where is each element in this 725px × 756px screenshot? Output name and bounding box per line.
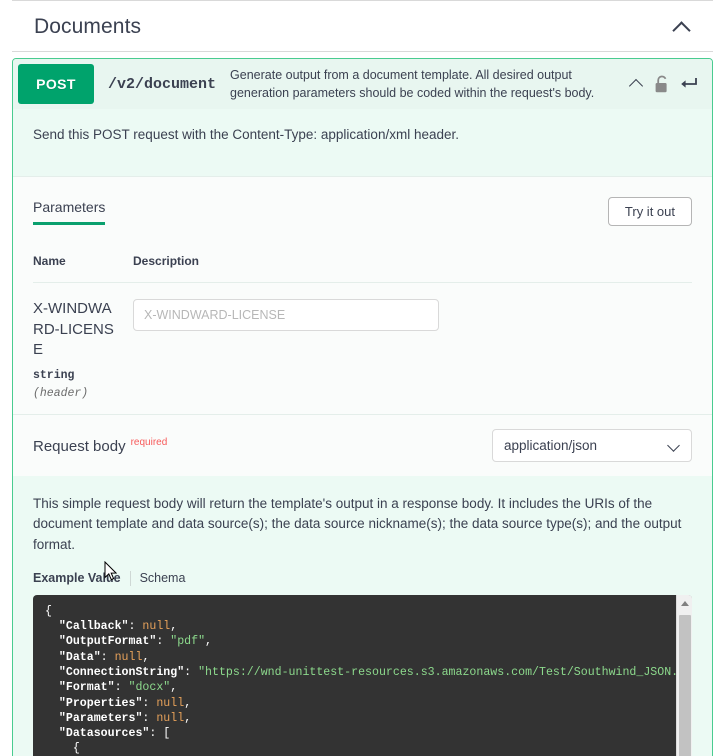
parameter-type: string xyxy=(33,369,75,382)
scroll-up-arrow-icon[interactable] xyxy=(677,594,692,611)
example-json-code: { "Callback": null, "OutputFormat": "pdf… xyxy=(45,604,676,756)
column-header-description: Description xyxy=(133,244,692,284)
operation-wrapper: POST /v2/document Generate output from a… xyxy=(0,52,725,756)
parameters-section: Name Description X-WINDWARD-LICENSE stri… xyxy=(13,232,712,414)
column-header-name: Name xyxy=(33,244,133,284)
operation-tab-bar: Parameters Try it out xyxy=(13,176,712,233)
return-arrow-icon[interactable] xyxy=(680,77,697,91)
http-method-badge: POST xyxy=(18,64,94,105)
x-windward-license-input[interactable] xyxy=(133,299,439,332)
tab-example-value[interactable]: Example Value xyxy=(33,571,121,585)
request-body-content: This simple request body will return the… xyxy=(13,476,712,756)
parameter-location: (header) xyxy=(33,387,89,400)
request-body-header: Request body required application/json xyxy=(13,414,712,476)
scrollbar-thumb[interactable] xyxy=(679,614,691,756)
content-type-select-wrapper: application/json xyxy=(492,429,692,462)
operation-summary-bar[interactable]: POST /v2/document Generate output from a… xyxy=(13,59,712,110)
request-body-title: Request body xyxy=(33,437,126,455)
operation-body: Send this POST request with the Content-… xyxy=(13,109,712,756)
required-badge: required xyxy=(130,436,168,448)
tag-header-documents[interactable]: Documents xyxy=(12,1,713,52)
code-scrollbar[interactable] xyxy=(676,594,692,756)
tab-parameters[interactable]: Parameters xyxy=(33,199,106,225)
page-title: Documents xyxy=(34,15,142,38)
request-body-title-group: Request body required xyxy=(33,437,167,455)
tab-separator xyxy=(129,570,131,586)
operation-post-v2-document: POST /v2/document Generate output from a… xyxy=(12,58,713,756)
content-type-select[interactable]: application/json xyxy=(492,429,692,462)
parameter-description-cell xyxy=(133,283,692,414)
try-it-out-button[interactable]: Try it out xyxy=(607,197,692,227)
parameter-name-cell: X-WINDWARD-LICENSE string (header) xyxy=(33,283,133,414)
tab-schema[interactable]: Schema xyxy=(140,571,186,585)
operation-note: Send this POST request with the Content-… xyxy=(33,127,459,143)
operation-description: Generate output from a document template… xyxy=(230,68,595,101)
chevron-up-icon[interactable] xyxy=(673,18,691,36)
table-row: X-WINDWARD-LICENSE string (header) xyxy=(33,283,692,414)
operation-path: /v2/document xyxy=(108,75,217,93)
example-tabs: Example Value Schema xyxy=(33,570,692,586)
request-body-description: This simple request body will return the… xyxy=(33,496,682,552)
example-value-code-block[interactable]: { "Callback": null, "OutputFormat": "pdf… xyxy=(33,594,692,756)
chevron-up-icon[interactable] xyxy=(630,77,644,91)
operation-icon-group xyxy=(626,64,707,104)
parameters-table: Name Description X-WINDWARD-LICENSE stri… xyxy=(33,244,692,414)
parameter-name: X-WINDWARD-LICENSE xyxy=(33,300,114,358)
parameters-table-header-row: Name Description xyxy=(33,244,692,284)
unlocked-padlock-icon[interactable] xyxy=(654,75,670,94)
swagger-ui-page: Documents POST /v2/document Generate out… xyxy=(0,0,725,756)
